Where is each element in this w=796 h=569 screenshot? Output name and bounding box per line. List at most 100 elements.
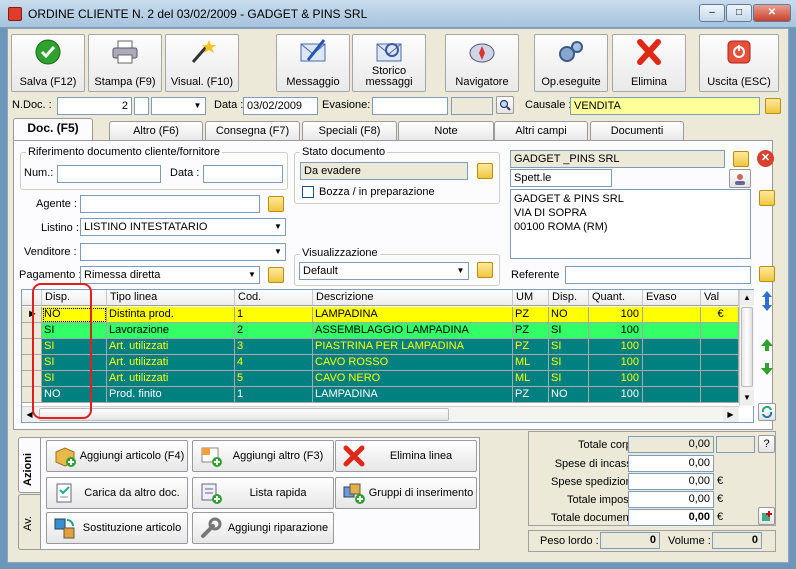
scroll-up-icon[interactable]: ▲ <box>740 290 754 305</box>
date-field[interactable]: 03/02/2009 <box>243 97 318 115</box>
grid-hscrollbar[interactable]: ◀ ▶ <box>22 406 739 422</box>
tab-0[interactable]: Doc. (F5) <box>13 118 93 141</box>
move-up-icon[interactable] <box>760 338 774 355</box>
action-button-6[interactable]: Sostituzione articolo <box>46 512 188 544</box>
pagamento-folder-icon[interactable] <box>268 267 284 283</box>
action-button-4[interactable]: Lista rapida <box>192 477 334 509</box>
tab-5[interactable]: Altri campi <box>494 121 588 140</box>
message-icon <box>298 38 328 66</box>
toolbar-button-0[interactable]: Salva (F12) <box>11 34 85 92</box>
toolbar-button-7[interactable]: Elimina <box>612 34 686 92</box>
zoom-icon[interactable] <box>496 96 514 114</box>
tab-azioni[interactable]: Azioni <box>18 437 40 493</box>
referente-field[interactable] <box>565 266 751 284</box>
action-button-2[interactable]: Elimina linea <box>335 440 477 472</box>
address-folder-icon[interactable] <box>759 190 775 206</box>
folder-icon[interactable] <box>765 98 781 114</box>
pagamento-combo[interactable]: Rimessa diretta <box>80 266 260 284</box>
toolbar-button-8[interactable]: Uscita (ESC) <box>699 34 779 92</box>
stato-folder-icon[interactable] <box>477 163 493 179</box>
toolbar-button-6[interactable]: Op.eseguite <box>534 34 608 92</box>
action-button-3[interactable]: Carica da altro doc. <box>46 477 188 509</box>
column-header[interactable]: Disp. <box>549 290 589 306</box>
hscroll-thumb[interactable] <box>39 408 449 421</box>
toolbar-button-4[interactable]: Storico messaggi <box>352 34 426 92</box>
column-header[interactable]: Val <box>701 290 739 306</box>
scroll-right-icon[interactable]: ▶ <box>723 407 738 422</box>
customer-clear-icon[interactable]: ✕ <box>757 150 774 167</box>
column-header[interactable]: Cod. <box>235 290 313 306</box>
customer-folder-icon[interactable] <box>733 151 749 167</box>
venditore-combo[interactable] <box>80 243 286 261</box>
address-line-3: 00100 ROMA (RM) <box>514 221 608 233</box>
visualizzazione-chevron-icon[interactable]: ▼ <box>453 263 468 279</box>
table-row[interactable]: ► NO Distinta prod. 1 LAMPADINA PZ NO 100 € <box>22 307 739 323</box>
table-row[interactable]: SI Art. utilizzati 5 CAVO NERO ML SI 100 <box>22 371 739 387</box>
column-header[interactable]: Tipo linea <box>107 290 235 306</box>
action-button-5[interactable]: Gruppi di inserimento <box>335 477 477 509</box>
scroll-down-icon[interactable]: ▼ <box>740 390 754 405</box>
cell-cod: 2 <box>235 323 313 339</box>
rif-date-field[interactable] <box>203 165 283 183</box>
toolbar-button-1[interactable]: Stampa (F9) <box>88 34 162 92</box>
contact-icon[interactable] <box>729 169 751 188</box>
toolbar-button-3[interactable]: Messaggio <box>276 34 350 92</box>
tab-1[interactable]: Altro (F6) <box>109 121 203 140</box>
cell-val: € <box>701 307 739 323</box>
move-down-icon[interactable] <box>760 362 774 379</box>
help-button[interactable]: ? <box>758 435 775 453</box>
pagamento-chevron-icon[interactable]: ▼ <box>245 267 259 283</box>
address-box[interactable]: GADGET & PINS SRL VIA DI SOPRA 00100 ROM… <box>510 189 751 259</box>
toolbar-button-2[interactable]: Visual. (F10) <box>165 34 239 92</box>
table-row[interactable]: SI Art. utilizzati 3 PIASTRINA PER LAMPADIN… <box>22 339 739 355</box>
action-button-0[interactable]: Aggiungi articolo (F4) <box>46 440 188 472</box>
calc-totals-icon[interactable] <box>758 507 775 525</box>
toolbar-button-5[interactable]: Navigatore <box>445 34 519 92</box>
listino-combo[interactable]: LISTINO INTESTATARIO <box>80 218 286 236</box>
action-button-1[interactable]: Aggiungi altro (F3) <box>192 440 334 472</box>
sort-updown-icon[interactable] <box>760 290 774 315</box>
grid-vscrollbar[interactable]: ▲ ▼ <box>739 290 754 406</box>
num-field[interactable] <box>57 165 161 183</box>
listino-chevron-icon[interactable]: ▼ <box>271 219 285 235</box>
refresh-lines-icon[interactable] <box>758 403 776 421</box>
table-row[interactable]: NO Prod. finito 1 LAMPADINA PZ NO 100 <box>22 387 739 403</box>
salutation-field[interactable]: Spett.le <box>510 169 612 187</box>
evasione-time-field[interactable] <box>451 97 493 115</box>
spese-spedizione-field[interactable]: 0,00 <box>628 473 714 490</box>
venditore-chevron-icon[interactable]: ▼ <box>271 244 285 260</box>
tab-av[interactable]: Av. <box>18 494 40 550</box>
tab-3[interactable]: Speciali (F8) <box>302 121 397 140</box>
cell-cod: 5 <box>235 371 313 387</box>
tab-4[interactable]: Note <box>398 121 494 140</box>
agente-folder-icon[interactable] <box>268 196 284 212</box>
ndoc-suffix-field[interactable] <box>134 97 149 115</box>
window-title: ORDINE CLIENTE N. 2 del 03/02/2009 - GAD… <box>28 7 368 21</box>
scroll-thumb[interactable] <box>741 307 753 387</box>
column-header[interactable]: UM <box>513 290 549 306</box>
evasione-field[interactable] <box>372 97 448 115</box>
column-header[interactable]: Quant. <box>589 290 643 306</box>
app-icon <box>8 7 22 21</box>
tab-2[interactable]: Consegna (F7) <box>205 121 300 140</box>
visualizzazione-folder-icon[interactable] <box>477 262 493 278</box>
column-header[interactable]: Descrizione <box>313 290 513 306</box>
referente-folder-icon[interactable] <box>759 266 775 282</box>
order-lines-grid[interactable]: Disp. Tipo linea Cod. Descrizione UM Disp. Qua… <box>21 289 754 423</box>
column-header[interactable]: Evaso <box>643 290 701 306</box>
table-row[interactable]: SI Lavorazione 2 ASSEMBLAGGIO LAMPADINA PZ SI… <box>22 323 739 339</box>
spese-incasso-field[interactable]: 0,00 <box>628 455 714 472</box>
table-row[interactable]: SI Art. utilizzati 4 CAVO ROSSO ML SI 100 <box>22 355 739 371</box>
agente-field[interactable] <box>80 195 260 213</box>
causale-field[interactable]: VENDITA <box>570 97 760 115</box>
close-button[interactable]: ✕ <box>753 4 791 22</box>
cell-um: PZ <box>513 339 549 355</box>
tab-6[interactable]: Documenti <box>590 121 684 140</box>
visualizzazione-combo[interactable]: Default <box>299 262 469 280</box>
maximize-button[interactable]: □ <box>726 4 752 22</box>
action-button-7[interactable]: Aggiungi riparazione <box>192 512 334 544</box>
bozza-checkbox[interactable] <box>302 186 314 198</box>
series-combo[interactable]: ▼ <box>151 97 206 115</box>
minimize-button[interactable]: – <box>699 4 725 22</box>
ndoc-field[interactable]: 2 <box>57 97 132 115</box>
